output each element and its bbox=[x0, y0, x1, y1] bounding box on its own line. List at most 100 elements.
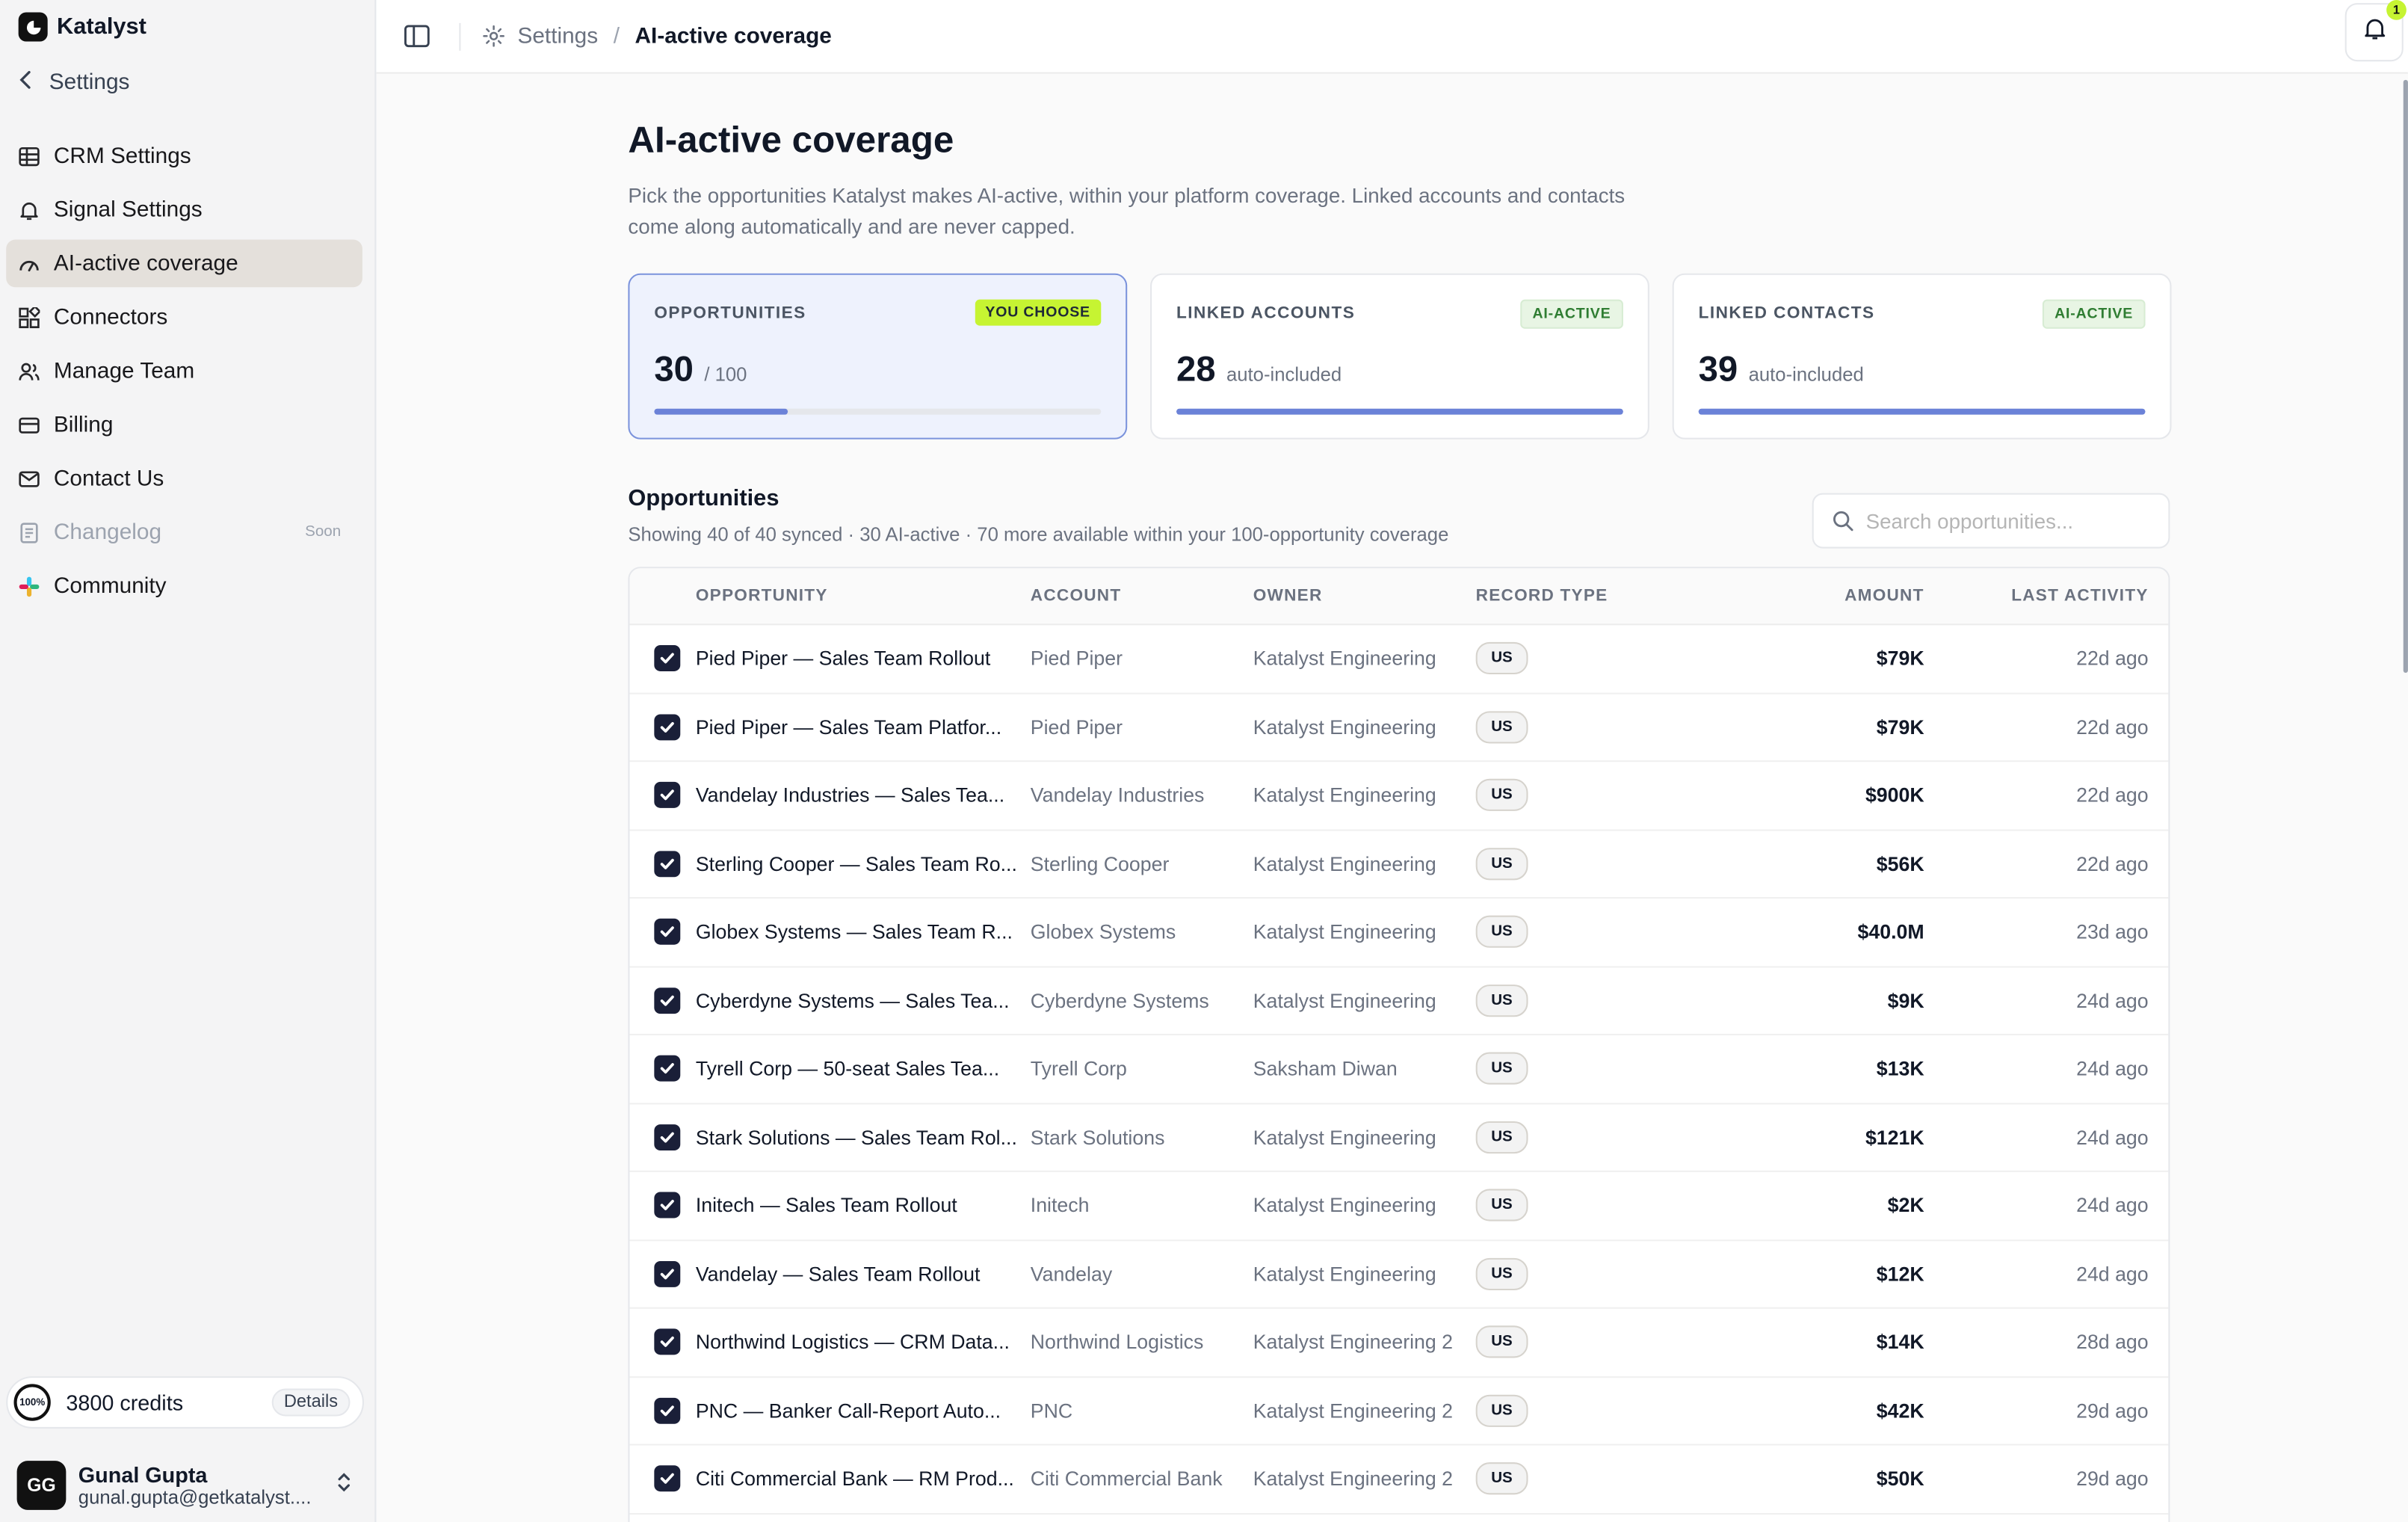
row-checkbox[interactable] bbox=[654, 1124, 681, 1150]
search-box[interactable] bbox=[1812, 493, 2170, 549]
checkmark-icon bbox=[660, 721, 674, 733]
cell-opportunity[interactable]: Northwind Logistics — CRM Data... bbox=[696, 1331, 1031, 1354]
card-badge: AI-ACTIVE bbox=[2042, 299, 2146, 329]
column-header-account[interactable]: ACCOUNT bbox=[1031, 587, 1253, 606]
sidebar-item-community[interactable]: Community bbox=[6, 562, 362, 610]
card-number: 28 bbox=[1176, 348, 1216, 389]
column-header-amount[interactable]: AMOUNT bbox=[1737, 587, 1924, 606]
cell-amount: $121K bbox=[1865, 1125, 1924, 1149]
scrollbar-thumb[interactable] bbox=[2403, 79, 2408, 674]
sidebar-item-ai-active-coverage[interactable]: AI-active coverage bbox=[6, 239, 362, 288]
table-row[interactable]: Tyrell Corp — 50-seat Sales Tea... Tyrell… bbox=[629, 1035, 2169, 1104]
cell-opportunity[interactable]: PNC — Banker Call-Report Auto... bbox=[696, 1399, 1031, 1422]
sidebar-item-signal-settings[interactable]: Signal Settings bbox=[6, 186, 362, 234]
cell-record-type: US bbox=[1475, 642, 1737, 675]
sidebar-item-label: Signal Settings bbox=[53, 197, 203, 222]
row-checkbox[interactable] bbox=[654, 1397, 681, 1424]
cell-opportunity[interactable]: Pied Piper — Sales Team Rollout bbox=[696, 647, 1031, 671]
column-header-record-type[interactable]: RECORD TYPE bbox=[1476, 587, 1737, 606]
cell-opportunity[interactable]: Sterling Cooper — Sales Team Ro... bbox=[696, 852, 1031, 875]
card-progress-fill bbox=[654, 408, 788, 415]
cell-opportunity[interactable]: Tyrell Corp — 50-seat Sales Tea... bbox=[696, 1057, 1031, 1080]
table-row[interactable]: Stark Solutions — Sales Team Rol... Stark… bbox=[629, 1103, 2169, 1172]
row-checkbox[interactable] bbox=[654, 919, 681, 946]
cell-opportunity[interactable]: Initech — Sales Team Rollout bbox=[696, 1194, 1031, 1217]
card-opportunities[interactable]: OPPORTUNITIES YOU CHOOSE 30 / 100 bbox=[628, 273, 1128, 440]
table-row[interactable]: Sterling Cooper — Sales Team Ro... Sterli… bbox=[629, 831, 2169, 899]
table-row[interactable]: Vandelay — Sales Team Rollout Vandelay Kat… bbox=[629, 1240, 2169, 1309]
cell-owner: Katalyst Engineering bbox=[1253, 1262, 1436, 1286]
card-progress-fill bbox=[1698, 408, 2146, 415]
sidebar-item-label: AI-active coverage bbox=[53, 250, 238, 276]
table-row[interactable]: Vandelay Industries — Sales Tea... Vandel… bbox=[629, 762, 2169, 831]
sidebar-item-billing[interactable]: Billing bbox=[6, 401, 362, 449]
sidebar-toggle-icon[interactable] bbox=[402, 22, 430, 50]
row-checkbox[interactable] bbox=[654, 782, 681, 809]
row-checkbox[interactable] bbox=[654, 1192, 681, 1218]
breadcrumb: Settings / AI-active coverage bbox=[470, 24, 832, 49]
checkmark-icon bbox=[660, 1337, 674, 1348]
column-header-opportunity[interactable]: OPPORTUNITY bbox=[696, 587, 1031, 606]
table-row[interactable]: Pied Piper — Sales Team Rollout Pied Pipe… bbox=[629, 625, 2169, 694]
bell-icon bbox=[19, 199, 40, 221]
app-root: Katalyst Settings CRM Settings Signal Se… bbox=[0, 0, 2408, 1522]
table-row[interactable]: Pied Piper — Sales Team Platfor... Pied P… bbox=[629, 694, 2169, 762]
cell-last-activity: 29d ago bbox=[2076, 1399, 2149, 1423]
record-type-pill: US bbox=[1475, 710, 1528, 744]
scrollbar[interactable] bbox=[2401, 74, 2408, 1522]
record-type-pill: US bbox=[1475, 1189, 1528, 1222]
user-menu[interactable]: GG Gunal Gupta gunal.gupta@getkatalyst..… bbox=[16, 1461, 364, 1510]
sidebar-item-contact-us[interactable]: Contact Us bbox=[6, 455, 362, 502]
cell-last-activity: 22d ago bbox=[2076, 647, 2149, 671]
table-header: OPPORTUNITY ACCOUNT OWNER RECORD TYPE AM… bbox=[629, 568, 2169, 626]
row-checkbox[interactable] bbox=[654, 1465, 681, 1492]
table-row[interactable]: Cyberdyne Systems — Sales Tea... Cyberdyn… bbox=[629, 967, 2169, 1035]
cell-opportunity[interactable]: Cyberdyne Systems — Sales Tea... bbox=[696, 989, 1031, 1012]
credits-details-button[interactable]: Details bbox=[271, 1388, 351, 1417]
search-input[interactable] bbox=[1865, 509, 2143, 532]
row-checkbox[interactable] bbox=[654, 850, 681, 877]
gear-icon bbox=[482, 25, 505, 48]
row-checkbox[interactable] bbox=[654, 713, 681, 740]
cell-opportunity[interactable]: Globex Systems — Sales Team R... bbox=[696, 920, 1031, 943]
row-checkbox[interactable] bbox=[654, 1328, 681, 1355]
table-row[interactable]: Globex Systems — Sales Team R... Globex S… bbox=[629, 899, 2169, 967]
checkmark-icon bbox=[660, 1473, 674, 1485]
notifications-button[interactable]: 1 bbox=[2344, 0, 2407, 62]
cell-opportunity[interactable]: Pied Piper — Sales Team Platfor... bbox=[696, 715, 1031, 739]
sidebar-item-crm-settings[interactable]: CRM Settings bbox=[6, 132, 362, 180]
sidebar-item-manage-team[interactable]: Manage Team bbox=[6, 347, 362, 395]
cell-account: Stark Solutions bbox=[1030, 1125, 1165, 1149]
notification-count-badge: 1 bbox=[2386, 0, 2407, 20]
record-type-pill: US bbox=[1475, 916, 1528, 949]
checkmark-icon bbox=[660, 926, 674, 937]
cell-opportunity[interactable]: Vandelay Industries — Sales Tea... bbox=[696, 783, 1031, 807]
chevron-left-icon bbox=[19, 70, 34, 96]
back-to-settings[interactable]: Settings bbox=[19, 70, 130, 96]
row-checkbox[interactable] bbox=[654, 1260, 681, 1287]
row-checkbox[interactable] bbox=[654, 1056, 681, 1082]
table-row[interactable]: Citi Commercial Bank — RM Prod... Citi Co… bbox=[629, 1446, 2169, 1515]
card-number: 30 bbox=[654, 348, 694, 389]
sidebar-item-connectors[interactable]: Connectors bbox=[6, 293, 362, 341]
record-type-pill: US bbox=[1475, 1121, 1528, 1153]
row-checkbox[interactable] bbox=[654, 987, 681, 1014]
card-badge: AI-ACTIVE bbox=[1520, 299, 1623, 329]
cell-opportunity[interactable]: Citi Commercial Bank — RM Prod... bbox=[696, 1467, 1031, 1491]
row-select-cell bbox=[629, 850, 695, 877]
breadcrumb-settings[interactable]: Settings bbox=[517, 24, 598, 49]
cell-owner: Katalyst Engineering 2 bbox=[1253, 1467, 1454, 1491]
sidebar-item-label: CRM Settings bbox=[53, 144, 191, 169]
row-select-cell bbox=[629, 645, 695, 672]
brand[interactable]: Katalyst bbox=[18, 12, 146, 42]
cell-opportunity[interactable]: Vandelay — Sales Team Rollout bbox=[696, 1263, 1031, 1286]
column-header-last-activity[interactable]: LAST ACTIVITY bbox=[1924, 587, 2149, 606]
table-row[interactable]: Initech — Sales Team Rollout Initech Katal… bbox=[629, 1172, 2169, 1241]
table-row[interactable]: Northwind Logistics — CRM Data... Northwi… bbox=[629, 1309, 2169, 1378]
cell-owner: Katalyst Engineering bbox=[1253, 647, 1436, 671]
table-row[interactable]: PNC — Banker Call-Report Auto... PNC Katal… bbox=[629, 1377, 2169, 1446]
column-header-owner[interactable]: OWNER bbox=[1253, 587, 1476, 606]
row-checkbox[interactable] bbox=[654, 645, 681, 672]
cell-opportunity[interactable]: Stark Solutions — Sales Team Rol... bbox=[696, 1126, 1031, 1149]
katalyst-logo-icon bbox=[18, 12, 48, 42]
